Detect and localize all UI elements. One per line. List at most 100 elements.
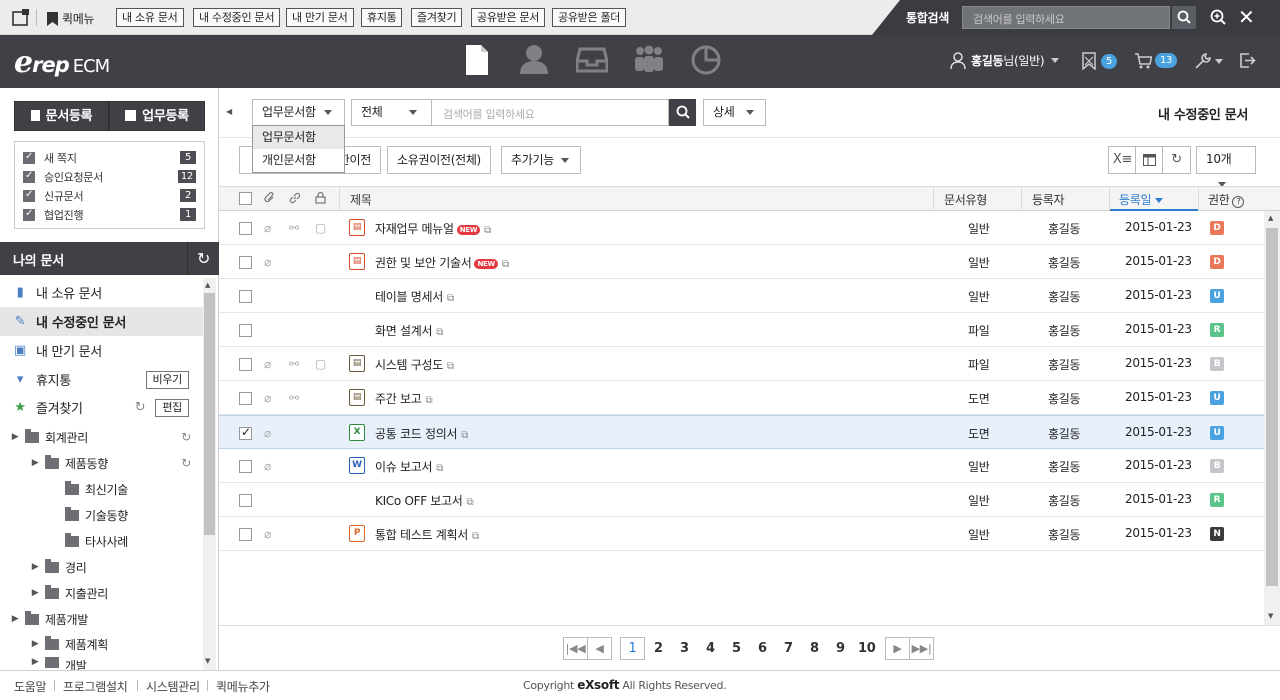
open-window-icon[interactable]: ⧉ bbox=[425, 395, 432, 406]
document-title-cell[interactable]: 통합 테스트 계획서 ⧉ bbox=[375, 526, 479, 543]
scope-select[interactable]: 업무문서함 bbox=[252, 99, 345, 126]
group-menu-icon[interactable] bbox=[633, 44, 665, 76]
settings-button[interactable] bbox=[1194, 52, 1223, 70]
scope-option-work[interactable]: 업무문서함 bbox=[253, 126, 344, 149]
document-title-cell[interactable]: 화면 설계서 ⧉ bbox=[375, 322, 443, 339]
layout-icon[interactable] bbox=[12, 9, 30, 26]
document-title-cell[interactable]: 이슈 보고서 ⧉ bbox=[375, 458, 443, 475]
scope-option-personal[interactable]: 개인문서함 bbox=[253, 149, 344, 172]
open-window-icon[interactable]: ⧉ bbox=[447, 293, 454, 304]
row-checkbox[interactable] bbox=[239, 358, 252, 371]
quick-my-editing-button[interactable]: 내 수정중인 문서 bbox=[193, 8, 281, 27]
table-scroll-thumb[interactable] bbox=[1266, 228, 1278, 586]
collapse-sidebar-icon[interactable]: ◀ bbox=[226, 107, 232, 116]
expand-arrow-icon[interactable]: ▶ bbox=[10, 432, 20, 442]
row-checkbox[interactable] bbox=[239, 392, 252, 405]
notification-item-approval[interactable]: 승인요청문서 12 bbox=[23, 167, 196, 186]
document-title[interactable]: 시스템 구성도 bbox=[375, 358, 443, 372]
notification-item-collab[interactable]: 협업진행 1 bbox=[23, 205, 196, 224]
checkbox[interactable] bbox=[23, 208, 35, 221]
document-search-input[interactable]: 검색어를 입력하세요 bbox=[431, 99, 669, 126]
table-row[interactable]: 테이블 명세서 ⧉ 일반 홍길동 2015-01-23 U bbox=[219, 279, 1264, 313]
document-title-cell[interactable]: 자재업무 메뉴얼 NEW ⧉ bbox=[375, 220, 491, 237]
tree-node[interactable]: 최신기술 bbox=[0, 476, 203, 502]
nav-favorites[interactable]: ★ 즐겨찾기 ↻ 편집 bbox=[0, 393, 203, 422]
row-checkbox[interactable] bbox=[239, 494, 252, 507]
document-title[interactable]: 화면 설계서 bbox=[375, 324, 433, 338]
expand-arrow-icon[interactable]: ▶ bbox=[30, 562, 40, 572]
document-title-cell[interactable]: 테이블 명세서 ⧉ bbox=[375, 288, 454, 305]
footer-install-link[interactable]: 프로그램설치 bbox=[63, 678, 128, 695]
tree-node[interactable]: 기술동향 bbox=[0, 502, 203, 528]
search-button[interactable] bbox=[1172, 6, 1196, 29]
tree-node[interactable]: ▶ 회계관리 ↻ bbox=[0, 424, 203, 450]
open-window-icon[interactable]: ⧉ bbox=[467, 497, 474, 508]
refresh-icon[interactable]: ↻ bbox=[187, 242, 219, 275]
refresh-icon[interactable]: ↻ bbox=[181, 430, 191, 444]
page-number[interactable]: 1 bbox=[620, 637, 645, 660]
inbox-menu-icon[interactable] bbox=[575, 44, 609, 76]
document-title-cell[interactable]: 권한 및 보안 기술서 NEW ⧉ bbox=[375, 254, 509, 271]
open-window-icon[interactable]: ⧉ bbox=[472, 531, 479, 542]
expand-arrow-icon[interactable]: ▶ bbox=[30, 588, 40, 598]
more-functions-button[interactable]: 추가기능 bbox=[501, 146, 581, 174]
open-window-icon[interactable]: ⧉ bbox=[502, 259, 509, 270]
page-number[interactable]: 7 bbox=[784, 641, 793, 656]
document-title[interactable]: 통합 테스트 계획서 bbox=[375, 528, 468, 542]
user-profile[interactable]: 홍길동님(일반) bbox=[950, 52, 1060, 69]
table-row[interactable]: ⌀ W 이슈 보고서 ⧉ 일반 홍길동 2015-01-23 B bbox=[219, 449, 1264, 483]
tree-node[interactable]: ▶ 경리 bbox=[0, 554, 203, 580]
page-number[interactable]: 9 bbox=[836, 641, 845, 656]
page-number[interactable]: 6 bbox=[758, 641, 767, 656]
detail-select[interactable]: 상세 bbox=[703, 99, 766, 126]
page-number[interactable]: 4 bbox=[706, 641, 715, 656]
page-number[interactable]: 10 bbox=[858, 641, 876, 656]
row-checkbox[interactable] bbox=[239, 222, 252, 235]
edit-favorites-button[interactable]: 편집 bbox=[155, 398, 189, 417]
row-checkbox[interactable] bbox=[239, 425, 252, 440]
open-window-icon[interactable]: ⧉ bbox=[461, 430, 468, 441]
notification-item-new-docs[interactable]: 신규문서 2 bbox=[23, 186, 196, 205]
table-row[interactable]: ⌀ P 통합 테스트 계획서 ⧉ 일반 홍길동 2015-01-23 N bbox=[219, 517, 1264, 551]
first-page-button[interactable]: |◀◀ bbox=[563, 637, 588, 660]
sidebar-scroll-thumb[interactable] bbox=[204, 293, 215, 535]
document-menu-icon[interactable] bbox=[461, 44, 493, 76]
scroll-down-icon[interactable]: ▼ bbox=[205, 657, 210, 665]
document-title-cell[interactable]: 공통 코드 정의서 ⧉ bbox=[375, 425, 468, 442]
table-row[interactable]: ⌀ X 공통 코드 정의서⧉ 도면 홍길동 2015-01-23 U bbox=[219, 415, 1264, 449]
row-checkbox[interactable] bbox=[239, 528, 252, 541]
checkbox[interactable] bbox=[23, 189, 35, 202]
table-row[interactable]: ⌀ ⚯ ▢ ▤ 시스템 구성도 ⧉ 파일 홍길동 2015-01-23 B bbox=[219, 347, 1264, 381]
page-number[interactable]: 2 bbox=[654, 641, 663, 656]
refresh-icon[interactable]: ↻ bbox=[135, 400, 146, 415]
scroll-down-icon[interactable]: ▼ bbox=[1268, 612, 1273, 620]
quick-my-expired-button[interactable]: 내 만기 문서 bbox=[286, 8, 354, 27]
search-input[interactable]: 검색어를 입력하세요 bbox=[962, 6, 1170, 29]
open-window-icon[interactable]: ⧉ bbox=[447, 361, 454, 372]
nav-my-expired[interactable]: ▣ 내 만기 문서 bbox=[0, 336, 203, 365]
refresh-icon[interactable]: ↻ bbox=[181, 456, 191, 470]
column-title[interactable]: 제목 bbox=[350, 191, 372, 208]
document-title-cell[interactable]: 시스템 구성도 ⧉ bbox=[375, 356, 454, 373]
open-window-icon[interactable]: ⧉ bbox=[484, 225, 491, 236]
logout-icon[interactable] bbox=[1239, 52, 1256, 72]
document-title[interactable]: 이슈 보고서 bbox=[375, 460, 433, 474]
nav-my-editing[interactable]: ✎ 내 수정중인 문서 bbox=[0, 307, 203, 336]
page-number[interactable]: 8 bbox=[810, 641, 819, 656]
row-checkbox[interactable] bbox=[239, 256, 252, 269]
scroll-up-icon[interactable]: ▲ bbox=[1268, 214, 1273, 222]
document-title[interactable]: 주간 보고 bbox=[375, 392, 422, 406]
tree-node[interactable]: ▶ 제품개발 bbox=[0, 606, 203, 632]
register-work-button[interactable]: 업무등록 bbox=[109, 101, 205, 131]
quick-my-owned-button[interactable]: 내 소유 문서 bbox=[116, 8, 184, 27]
next-page-button[interactable]: ▶ bbox=[885, 637, 910, 660]
scroll-up-icon[interactable]: ▲ bbox=[205, 281, 210, 289]
expand-arrow-icon[interactable]: ▶ bbox=[30, 657, 40, 667]
expand-arrow-icon[interactable]: ▶ bbox=[10, 614, 20, 624]
quick-shared-folders-button[interactable]: 공유받은 폴더 bbox=[552, 8, 627, 27]
document-search-button[interactable] bbox=[669, 99, 696, 126]
footer-add-quickmenu-link[interactable]: 퀵메뉴추가 bbox=[216, 678, 270, 695]
footer-admin-link[interactable]: 시스템관리 bbox=[146, 678, 200, 695]
table-row[interactable]: ⌀ ⚯ ▢ ▤ 자재업무 메뉴얼 NEW ⧉ 일반 홍길동 2015-01-23 D bbox=[219, 211, 1264, 245]
close-icon[interactable]: ✕ bbox=[1238, 5, 1255, 29]
